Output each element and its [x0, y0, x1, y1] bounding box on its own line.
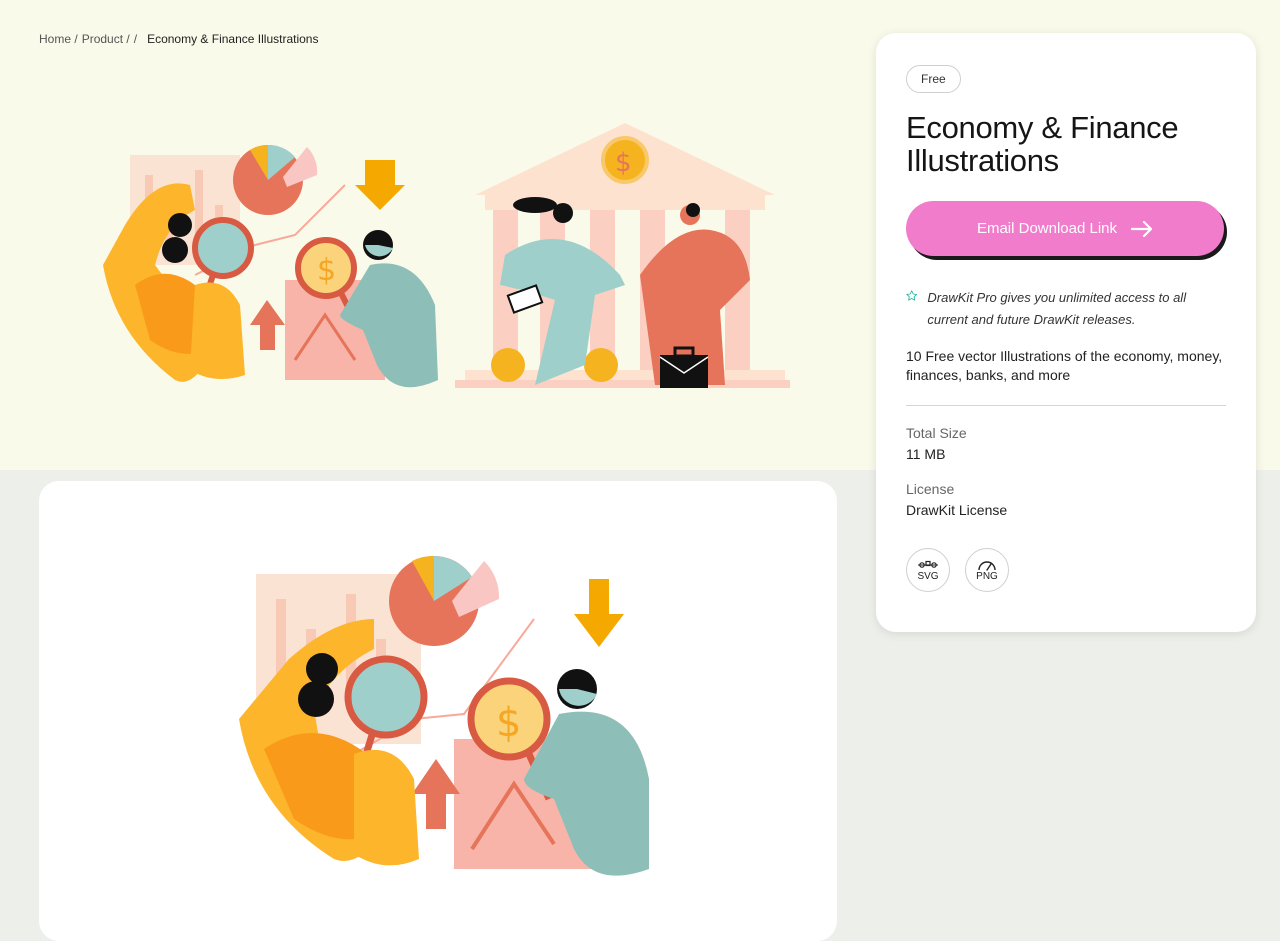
preview-illustration: $: [239, 555, 649, 876]
breadcrumb-current: Economy & Finance Illustrations: [147, 32, 319, 46]
pro-note: DrawKit Pro gives you unlimited access t…: [906, 287, 1226, 331]
product-description: 10 Free vector Illustrations of the econ…: [906, 348, 1223, 383]
license-value: DrawKit License: [906, 502, 1008, 518]
format-list: SVG PNG: [906, 548, 1226, 592]
format-png-label: PNG: [976, 570, 998, 582]
star-badge-icon: [906, 290, 918, 301]
png-format-icon: [978, 560, 996, 571]
hero-illustration: $ $: [103, 123, 790, 388]
breadcrumb: Home / Product / / Economy & Finance Ill…: [39, 32, 318, 46]
divider: [906, 405, 1226, 406]
license-label: License: [906, 481, 955, 497]
breadcrumb-home[interactable]: Home /: [39, 32, 78, 46]
price-badge: Free: [906, 65, 961, 93]
svg-text:$: $: [496, 700, 521, 746]
email-download-link-button[interactable]: Email Download Link: [906, 201, 1224, 256]
preview-card: $: [39, 481, 837, 941]
pro-note-text: DrawKit Pro gives you unlimited access t…: [927, 290, 1187, 327]
format-svg-label: SVG: [917, 570, 939, 582]
arrow-right-icon: [1131, 220, 1153, 237]
breadcrumb-separator: /: [133, 32, 138, 46]
total-size-label: Total Size: [906, 425, 967, 441]
cta-wrapper: Email Download Link: [906, 201, 1227, 260]
breadcrumb-product[interactable]: Product /: [82, 32, 130, 46]
svg-text:$: $: [615, 148, 632, 178]
total-size-value: 11 MB: [906, 446, 946, 462]
svg-format-icon: [918, 560, 938, 568]
product-info-card: Free Economy & Finance Illustrations Ema…: [876, 33, 1256, 632]
svg-text:$: $: [317, 253, 336, 288]
format-svg: SVG: [906, 548, 950, 592]
cta-label: Email Download Link: [976, 220, 1118, 237]
product-title: Economy & Finance Illustrations: [906, 110, 1179, 178]
format-png: PNG: [965, 548, 1009, 592]
